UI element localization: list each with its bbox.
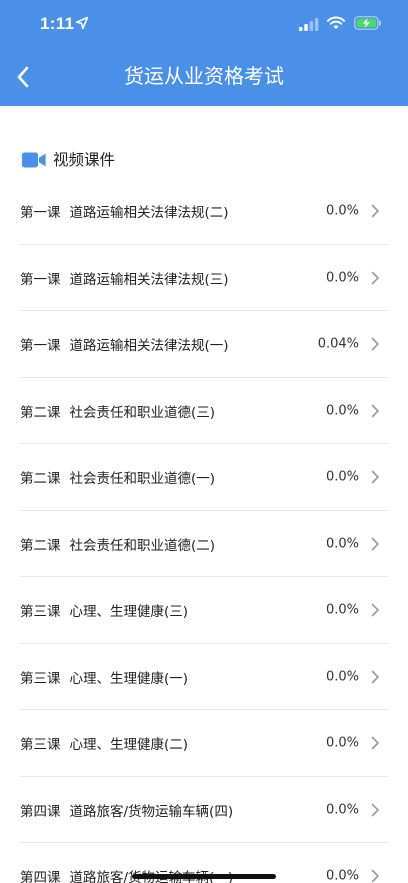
- lesson-progress: 0.0%: [325, 270, 359, 286]
- lesson-name: 社会责任和职业道德(一): [69, 471, 216, 488]
- lesson-progress: 0.0%: [325, 669, 359, 685]
- lesson-number: 第四课: [20, 870, 61, 883]
- lesson-row[interactable]: 第三课 心理、生理健康(二) 0.0%: [0, 710, 408, 777]
- course-card: 视频课件 第一课 道路运输相关法律法规(二) 0.0% 第一课 道路运输相关法律法规…: [0, 126, 408, 883]
- lesson-name: 心理、生理健康(三): [69, 604, 189, 621]
- lesson-label: 第二课 社会责任和职业道德(二): [20, 534, 215, 554]
- lesson-label: 第三课 心理、生理健康(二): [20, 733, 188, 753]
- status-time: 1:11: [40, 14, 75, 33]
- lesson-label: 第一课 道路运输相关法律法规(二): [20, 201, 229, 221]
- lesson-label: 第一课 道路运输相关法律法规(三): [20, 268, 229, 288]
- chevron-right-icon: [371, 869, 379, 883]
- chevron-right-icon: [371, 537, 379, 551]
- home-indicator[interactable]: [132, 874, 276, 879]
- chevron-right-icon: [371, 736, 379, 750]
- lesson-progress: 0.0%: [325, 203, 359, 219]
- page-title: 货运从业资格考试: [124, 64, 284, 88]
- lesson-number: 第二课: [20, 404, 61, 421]
- video-camera-icon: [22, 152, 46, 168]
- chevron-left-icon: [17, 66, 29, 88]
- lesson-label: 第三课 心理、生理健康(一): [20, 667, 188, 687]
- cellular-signal-icon: [299, 18, 319, 31]
- lesson-label: 第三课 心理、生理健康(三): [20, 600, 188, 620]
- lesson-name: 道路运输相关法律法规(二): [69, 205, 229, 222]
- lesson-number: 第一课: [20, 205, 61, 222]
- lesson-row[interactable]: 第三课 心理、生理健康(一) 0.0%: [0, 644, 408, 710]
- lesson-row[interactable]: 第一课 道路运输相关法律法规(三) 0.0%: [0, 245, 408, 311]
- app-header: 1:11 货运从业资格考试: [0, 0, 408, 106]
- lesson-number: 第一课: [20, 271, 61, 288]
- lesson-progress: 0.0%: [325, 802, 359, 818]
- chevron-right-icon: [371, 603, 379, 617]
- chevron-right-icon: [371, 803, 379, 817]
- lesson-row[interactable]: 第四课 道路旅客/货物运输车辆(四) 0.0%: [0, 777, 408, 843]
- lesson-row[interactable]: 第二课 社会责任和职业道德(二) 0.0%: [0, 511, 408, 577]
- lesson-progress: 0.0%: [325, 735, 359, 751]
- lesson-label: 第四课 道路旅客/货物运输车辆(四): [20, 800, 233, 820]
- chevron-right-icon: [371, 271, 379, 285]
- lesson-label: 第二课 社会责任和职业道德(一): [20, 467, 215, 487]
- lesson-progress: 0.0%: [325, 469, 359, 485]
- lesson-name: 心理、生理健康(一): [69, 670, 189, 687]
- chevron-right-icon: [371, 470, 379, 484]
- lesson-row[interactable]: 第二课 社会责任和职业道德(一) 0.0%: [0, 444, 408, 511]
- lesson-name: 道路运输相关法律法规(一): [69, 338, 229, 355]
- battery-charging-icon: [354, 16, 381, 30]
- lesson-name: 道路运输相关法律法规(三): [69, 271, 229, 288]
- lesson-label: 第一课 道路运输相关法律法规(一): [20, 334, 229, 354]
- lesson-row[interactable]: 第三课 心理、生理健康(三) 0.0%: [0, 577, 408, 644]
- lesson-progress: 0.0%: [325, 403, 359, 419]
- lesson-row[interactable]: 第一课 道路运输相关法律法规(一) 0.04%: [0, 311, 408, 378]
- location-arrow-icon: [75, 16, 89, 30]
- lesson-number: 第三课: [20, 604, 61, 621]
- lesson-number: 第三课: [20, 737, 61, 754]
- lesson-number: 第四课: [20, 803, 61, 820]
- status-bar: 1:11: [0, 0, 408, 48]
- chevron-right-icon: [371, 404, 379, 418]
- lesson-progress: 0.0%: [325, 536, 359, 552]
- lesson-number: 第二课: [20, 537, 61, 554]
- lesson-number: 第一课: [20, 338, 61, 355]
- back-button[interactable]: [8, 60, 38, 94]
- lesson-progress: 0.0%: [325, 868, 359, 883]
- lesson-list: 第一课 道路运输相关法律法规(二) 0.0% 第一课 道路运输相关法律法规(三) 0…: [0, 178, 408, 883]
- lesson-number: 第二课: [20, 471, 61, 488]
- lesson-name: 社会责任和职业道德(二): [69, 537, 216, 554]
- lesson-name: 道路旅客/货物运输车辆(四): [69, 803, 234, 820]
- lesson-label: 第二课 社会责任和职业道德(三): [20, 401, 215, 421]
- lesson-name: 社会责任和职业道德(三): [69, 404, 216, 421]
- lesson-name: 心理、生理健康(二): [69, 737, 189, 754]
- wifi-icon: [327, 16, 345, 30]
- section-title: 视频课件: [53, 151, 116, 169]
- lesson-row[interactable]: 第二课 社会责任和职业道德(三) 0.0%: [0, 378, 408, 444]
- lesson-number: 第三课: [20, 670, 61, 687]
- lesson-row[interactable]: 第一课 道路运输相关法律法规(二) 0.0%: [0, 178, 408, 245]
- section-header: 视频课件: [0, 126, 408, 180]
- lesson-progress: 0.0%: [325, 602, 359, 618]
- lesson-progress: 0.04%: [317, 336, 359, 352]
- chevron-right-icon: [371, 337, 379, 351]
- chevron-right-icon: [371, 204, 379, 218]
- chevron-right-icon: [371, 670, 379, 684]
